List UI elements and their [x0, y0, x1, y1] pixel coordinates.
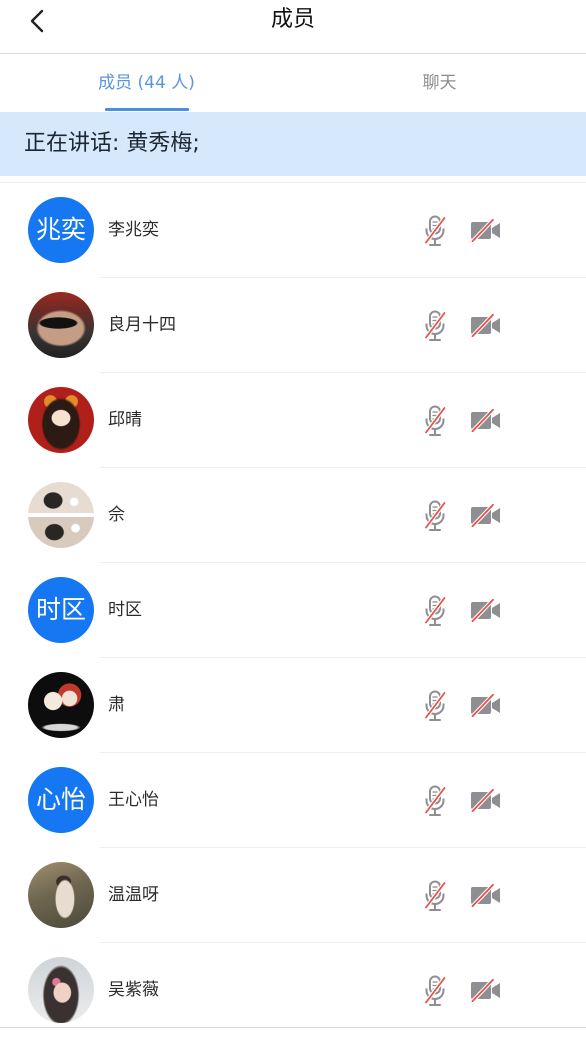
member-avatar: [28, 292, 94, 358]
mic-off-icon: [424, 595, 446, 627]
bottom-bar: [0, 1027, 586, 1040]
member-row[interactable]: 良月十四: [0, 278, 586, 373]
video-off-icon: [470, 599, 501, 622]
mic-off-icon: [424, 785, 446, 817]
member-name: 肃: [108, 695, 125, 715]
video-off-icon: [470, 694, 501, 717]
member-name: 吴紫薇: [108, 980, 159, 1000]
speaking-banner: 正在讲话: 黄秀梅;: [0, 112, 586, 176]
video-off-icon: [470, 219, 501, 242]
mic-off-icon: [424, 405, 446, 437]
member-row[interactable]: 兆奕 李兆奕: [0, 183, 586, 278]
page-title: 成员: [270, 7, 315, 32]
member-name: 李兆奕: [108, 220, 159, 240]
member-row[interactable]: 时区 时区: [0, 563, 586, 658]
tab-members[interactable]: 成员 (44 人): [0, 54, 293, 112]
member-name: 邱晴: [108, 410, 142, 430]
member-avatar: 兆奕: [28, 197, 94, 263]
video-off-icon: [470, 314, 501, 337]
mic-off-icon: [424, 880, 446, 912]
member-avatar: [28, 387, 94, 453]
tab-chat-label: 聊天: [422, 73, 457, 93]
member-name: 时区: [108, 600, 142, 620]
speaking-text: 正在讲话: 黄秀梅;: [24, 131, 200, 156]
member-avatar: [28, 482, 94, 548]
member-row[interactable]: 心怡 王心怡: [0, 753, 586, 848]
video-off-icon: [470, 409, 501, 432]
video-off-icon: [470, 504, 501, 527]
member-list: 兆奕 李兆奕 良月十四 邱晴 佘 时区 时区 肃 心怡 王心怡 温温呀 吴紫薇: [0, 183, 586, 1038]
video-off-icon: [470, 884, 501, 907]
member-name: 温温呀: [108, 885, 159, 905]
member-row[interactable]: 佘: [0, 468, 586, 563]
tab-members-label: 成员 (44 人): [98, 73, 195, 93]
member-avatar: 时区: [28, 577, 94, 643]
member-name: 王心怡: [108, 790, 159, 810]
member-row[interactable]: 邱晴: [0, 373, 586, 468]
mic-off-icon: [424, 975, 446, 1007]
video-off-icon: [470, 789, 501, 812]
member-name: 佘: [108, 505, 125, 525]
member-avatar: [28, 672, 94, 738]
tab-chat[interactable]: 聊天: [293, 54, 586, 112]
mic-off-icon: [424, 500, 446, 532]
member-name: 良月十四: [108, 315, 176, 335]
mic-off-icon: [424, 310, 446, 342]
member-avatar: 心怡: [28, 767, 94, 833]
video-off-icon: [470, 979, 501, 1002]
mic-off-icon: [424, 215, 446, 247]
member-avatar: [28, 957, 94, 1023]
member-row[interactable]: 吴紫薇: [0, 943, 586, 1038]
member-avatar: [28, 862, 94, 928]
member-row[interactable]: 肃: [0, 658, 586, 753]
mic-off-icon: [424, 690, 446, 722]
top-bar: 成员: [0, 0, 586, 54]
member-row[interactable]: 温温呀: [0, 848, 586, 943]
tab-bar: 成员 (44 人) 聊天: [0, 54, 586, 112]
active-tab-indicator: [104, 108, 189, 111]
